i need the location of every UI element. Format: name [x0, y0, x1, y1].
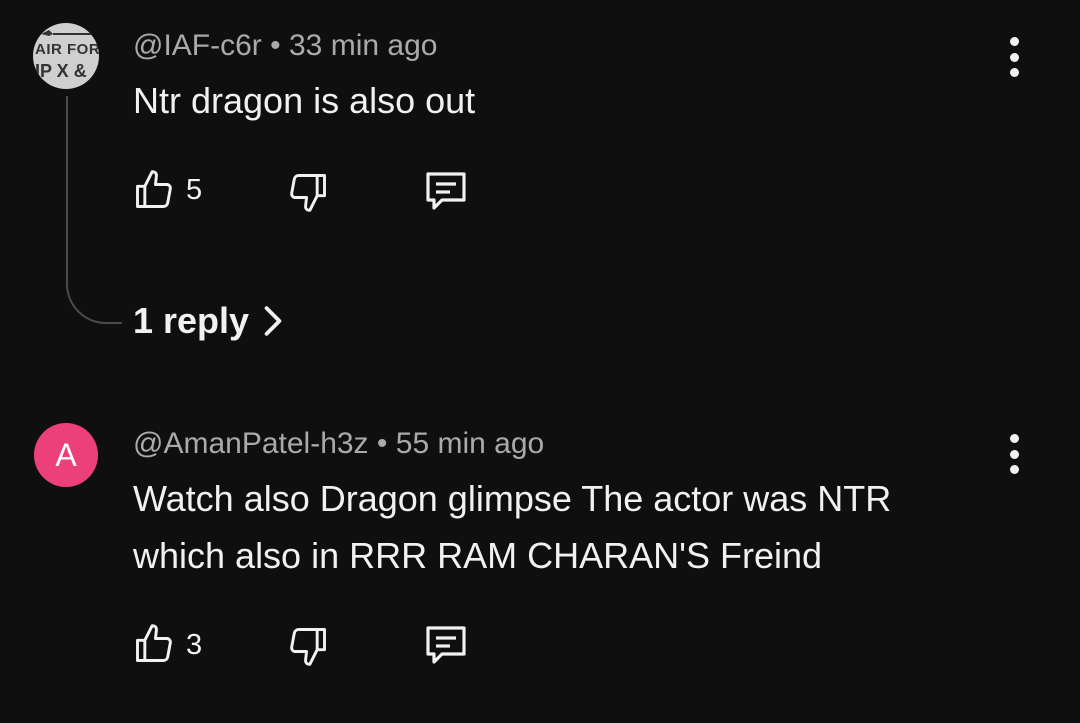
airplane-logo-icon	[41, 30, 93, 36]
reply-button[interactable]	[422, 168, 470, 214]
thumbs-up-icon	[136, 170, 172, 208]
author-handle[interactable]: @IAF-c6r	[133, 29, 262, 62]
more-vert-icon	[1009, 37, 1019, 46]
author-handle[interactable]: @AmanPatel-h3z	[133, 427, 369, 460]
comment-icon	[426, 172, 466, 210]
chevron-right-icon	[264, 306, 282, 336]
like-button[interactable]	[132, 168, 176, 212]
avatar[interactable]: A	[34, 423, 98, 487]
meta-separator: •	[376, 427, 388, 460]
dislike-button[interactable]	[286, 624, 330, 668]
comment-meta: @IAF-c6r • 33 min ago	[133, 29, 437, 63]
more-options-button[interactable]	[1002, 434, 1026, 474]
dislike-button[interactable]	[286, 170, 330, 214]
comment-text-line: which also in RRR RAM CHARAN'S Freind	[133, 535, 823, 576]
more-vert-icon	[1009, 434, 1019, 443]
replies-label: 1 reply	[133, 300, 250, 341]
reply-button[interactable]	[422, 622, 470, 668]
avatar[interactable]: AIR FOR IP X &	[33, 23, 99, 89]
like-count: 3	[186, 629, 203, 661]
more-options-button[interactable]	[1002, 37, 1026, 77]
thumbs-up-icon	[136, 624, 172, 662]
comment-time: 33 min ago	[289, 29, 438, 62]
thumbs-down-icon	[290, 174, 326, 212]
avatar-text: AIR FOR	[35, 41, 99, 58]
comment-text: Watch also Dragon glimpse The actor was …	[133, 470, 891, 584]
like-button[interactable]	[132, 622, 176, 666]
comment-time: 55 min ago	[395, 427, 545, 460]
like-count: 5	[186, 174, 203, 206]
comment-meta: @AmanPatel-h3z • 55 min ago	[133, 427, 544, 461]
view-replies-link[interactable]: 1 reply	[133, 300, 283, 342]
thumbs-down-icon	[290, 628, 326, 666]
comment-icon	[426, 626, 466, 664]
comment-text-line: Watch also Dragon glimpse The actor was …	[133, 478, 892, 519]
reply-thread-line	[66, 96, 122, 324]
meta-separator: •	[270, 29, 281, 62]
comment-text: Ntr dragon is also out	[133, 80, 476, 121]
avatar-text: IP X &	[35, 61, 87, 81]
